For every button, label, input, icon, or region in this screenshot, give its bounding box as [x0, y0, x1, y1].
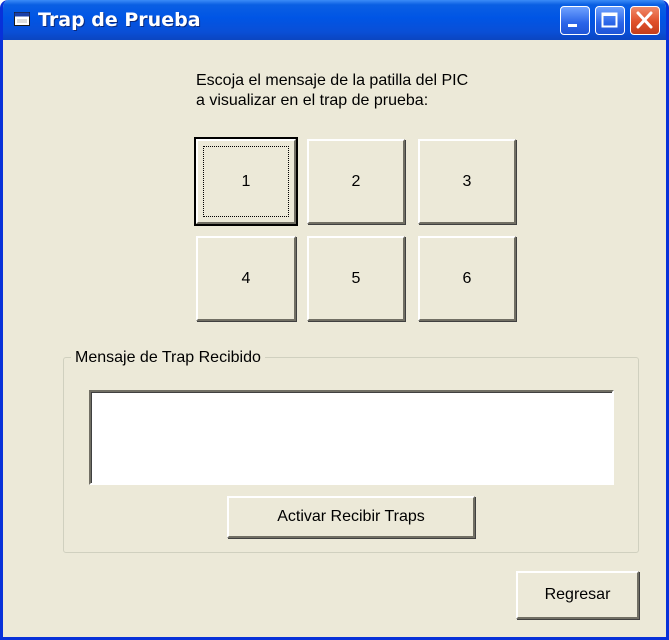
maximize-button[interactable]	[595, 6, 625, 35]
pin-button-label: 4	[241, 269, 251, 287]
pin-button-label: 5	[351, 269, 361, 287]
window-title: Trap de Prueba	[38, 9, 201, 31]
pin-button-6[interactable]: 6	[418, 236, 516, 321]
trap-message-group-legend: Mensaje de Trap Recibido	[71, 348, 265, 368]
activate-receive-traps-button[interactable]: Activar Recibir Traps	[227, 496, 475, 538]
app-window-icon	[14, 12, 30, 26]
back-button[interactable]: Regresar	[516, 571, 639, 619]
pin-button-label: 2	[351, 172, 361, 190]
activate-receive-traps-label: Activar Recibir Traps	[277, 508, 425, 525]
back-button-label: Regresar	[544, 586, 611, 603]
instruction-line-2: a visualizar en el trap de prueba:	[196, 92, 429, 109]
pin-button-5[interactable]: 5	[307, 236, 405, 321]
instruction-line-1: Escoja el mensaje de la patilla del PIC	[196, 72, 469, 89]
pin-button-1[interactable]: 1	[194, 137, 298, 226]
pin-button-label: 3	[462, 172, 472, 190]
app-window: Trap de Prueba Escoja el mensaje de la p…	[0, 0, 669, 640]
pin-button-4[interactable]: 4	[196, 236, 296, 321]
trap-message-field[interactable]	[89, 390, 614, 485]
close-button[interactable]	[630, 6, 660, 35]
pin-button-2[interactable]: 2	[307, 139, 405, 224]
pin-button-3[interactable]: 3	[418, 139, 516, 224]
focus-ring	[203, 146, 289, 217]
pin-button-label: 6	[462, 269, 472, 287]
title-bar[interactable]: Trap de Prueba	[3, 0, 666, 40]
minimize-button[interactable]	[560, 6, 590, 35]
